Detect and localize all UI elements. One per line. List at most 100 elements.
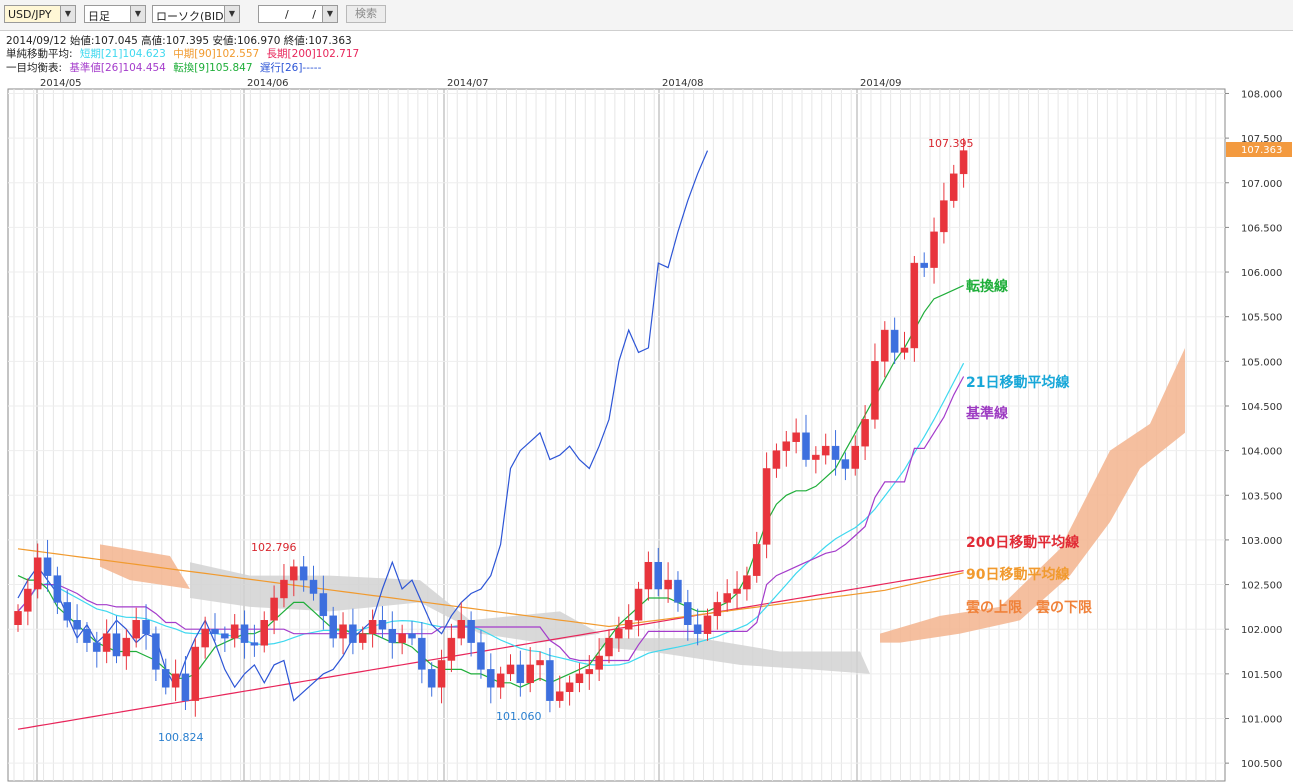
- low-marker-label-2: 101.060: [496, 710, 542, 723]
- candle-up: [861, 419, 869, 447]
- x-tick-label: 2014/05: [40, 78, 82, 89]
- plot-area: [7, 88, 1226, 782]
- candle-down: [73, 620, 81, 630]
- tenkan-annotation: 転換線: [966, 279, 1008, 295]
- candle-down: [83, 628, 91, 643]
- candle-up: [447, 637, 456, 661]
- candle-up: [496, 673, 505, 688]
- candle-down: [162, 669, 170, 688]
- candle-down: [378, 620, 387, 630]
- candle-up: [398, 633, 406, 643]
- y-tick-label: 101.500: [1241, 670, 1282, 681]
- candle-down: [299, 566, 308, 581]
- candle-up: [881, 329, 889, 362]
- candle-down: [546, 660, 554, 701]
- candle-up: [230, 624, 239, 639]
- candle-up: [14, 611, 22, 625]
- candle-up: [762, 468, 771, 545]
- candle-down: [349, 624, 357, 643]
- x-tick-label: 2014/08: [662, 78, 704, 89]
- candle-down: [920, 262, 928, 268]
- y-tick-label: 105.000: [1241, 357, 1282, 368]
- sma90-annotation: 90日移動平均線: [966, 567, 1070, 583]
- last-price-text: 107.363: [1241, 145, 1282, 156]
- candle-up: [526, 664, 534, 684]
- candle-up: [733, 588, 741, 594]
- candle-down: [319, 593, 328, 617]
- candle-up: [723, 593, 731, 603]
- y-tick-label: 103.000: [1241, 536, 1282, 547]
- candle-up: [713, 602, 722, 617]
- candle-up: [664, 579, 672, 590]
- y-tick-label: 106.000: [1241, 268, 1282, 279]
- sma21-annotation: 21日移動平均線: [966, 375, 1070, 391]
- candle-up: [950, 173, 958, 201]
- candle-up: [260, 620, 268, 646]
- y-tick-label: 108.000: [1241, 89, 1282, 100]
- x-tick-label: 2014/09: [860, 78, 902, 89]
- y-tick-label: 101.000: [1241, 714, 1282, 725]
- candle-up: [132, 620, 140, 639]
- candle-up: [930, 231, 938, 268]
- candle-down: [221, 633, 229, 639]
- candle-down: [211, 628, 219, 634]
- candle-down: [831, 445, 840, 460]
- y-tick-label: 106.500: [1241, 223, 1282, 234]
- candle-down: [181, 673, 190, 701]
- candle-down: [250, 642, 259, 646]
- y-tick-label: 107.000: [1241, 179, 1282, 190]
- candle-up: [280, 579, 288, 599]
- kijun-annotation: 基準線: [966, 406, 1008, 422]
- candle-up: [290, 566, 298, 581]
- candle-up: [703, 615, 712, 634]
- candle-down: [890, 329, 899, 353]
- candle-down: [841, 459, 850, 469]
- candle-up: [359, 633, 367, 643]
- candle-up: [437, 660, 446, 688]
- candle-down: [477, 642, 485, 670]
- y-tick-label: 102.500: [1241, 581, 1282, 592]
- candle-up: [24, 588, 32, 612]
- candle-up: [940, 200, 948, 233]
- y-tick-label: 100.500: [1241, 759, 1282, 770]
- x-ticks: 2014/05 2014/06 2014/07 2014/08 2014/09: [40, 78, 902, 89]
- sma200-annotation: 200日移動平均線: [966, 535, 1080, 551]
- candle-down: [152, 633, 160, 670]
- candle-down: [467, 620, 475, 643]
- candle-up: [102, 633, 111, 652]
- candle-up: [792, 432, 800, 442]
- candle-up: [585, 669, 594, 675]
- high-marker-label: 107.395: [928, 137, 974, 150]
- x-tick-label: 2014/07: [447, 78, 489, 89]
- candle-up: [812, 454, 820, 460]
- candle-up: [33, 557, 42, 590]
- candle-up: [536, 660, 544, 666]
- candle-up: [270, 597, 278, 621]
- candle-up: [782, 441, 791, 451]
- y-tick-label: 104.500: [1241, 402, 1282, 413]
- candle-up: [851, 445, 859, 469]
- candle-up: [595, 655, 603, 670]
- candle-down: [487, 669, 495, 688]
- price-chart[interactable]: 108.000107.500107.000106.500106.000105.5…: [0, 0, 1293, 784]
- candle-up: [624, 620, 633, 630]
- candle-down: [63, 602, 71, 621]
- candle-up: [171, 673, 180, 688]
- candle-up: [743, 575, 751, 590]
- candle-up: [871, 361, 879, 420]
- candle-up: [368, 620, 377, 634]
- candle-up: [339, 624, 347, 639]
- candle-up: [506, 664, 515, 675]
- candle-up: [556, 691, 564, 701]
- mid-marker-label: 102.796: [251, 541, 297, 554]
- y-tick-label: 103.500: [1241, 491, 1282, 502]
- candle-up: [644, 561, 653, 590]
- candle-up: [634, 588, 643, 621]
- candle-down: [684, 602, 692, 625]
- candle-down: [408, 633, 416, 639]
- candle-down: [309, 579, 318, 594]
- candle-down: [112, 633, 121, 657]
- candle-up: [900, 347, 909, 353]
- candle-down: [53, 575, 62, 603]
- y-tick-label: 105.500: [1241, 313, 1282, 324]
